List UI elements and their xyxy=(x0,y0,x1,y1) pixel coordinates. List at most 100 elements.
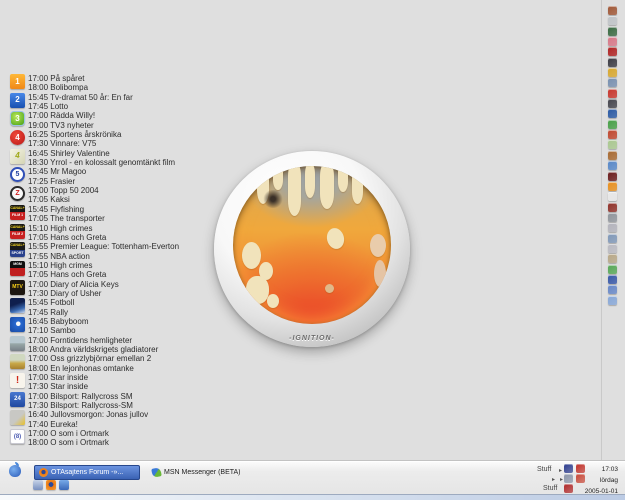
program-entry: 17:05 Hans och Greta xyxy=(28,232,107,242)
desktop-shortcut-column xyxy=(606,6,618,306)
program-lines: 15:10 High crimes 17:05 Hans och Greta xyxy=(28,261,106,280)
program-entry: 17:30 Vinnare: V75 xyxy=(28,139,97,149)
svt24-channel-icon: 24 xyxy=(10,391,25,407)
tv4-plus-channel-icon: 4 xyxy=(10,148,25,164)
tv-listing-row-tv8: (8) 17:00 O som i Ortmark 18:00 O som i Or… xyxy=(10,429,179,448)
desktop-shortcut-5-icon[interactable] xyxy=(607,47,617,57)
desktop-shortcut-1-icon[interactable] xyxy=(607,6,617,15)
desktop-shortcut-12-icon[interactable] xyxy=(607,119,617,129)
program-lines: 17:00 O som i Ortmark 18:00 O som i Ortma… xyxy=(28,429,109,448)
desktop-shortcut-29-icon[interactable] xyxy=(607,295,617,305)
desktop-shortcut-7-icon[interactable] xyxy=(607,68,617,78)
clock-time: 17:03 xyxy=(601,466,618,473)
orb-lava-sphere xyxy=(233,166,391,324)
desktop-shortcut-26-icon[interactable] xyxy=(607,264,617,274)
quick-launch-bar xyxy=(33,480,69,490)
tv-listing-row-canal-plus-film2: CANAL+ FILM 2 15:10 High crimes 17:05 Hans … xyxy=(10,223,179,243)
program-entry: 17:00 På spåret xyxy=(28,74,85,83)
program-lines: 15:45 Flyfishing 17:05 The transporter xyxy=(28,205,105,224)
channel-logo-band: SPORT xyxy=(10,249,25,258)
chevron-icon[interactable]: ▸ xyxy=(559,467,562,474)
program-entry: 17:00 Oss grizzlybjörnar emellan 2 xyxy=(28,354,152,364)
desktop-shortcut-16-icon[interactable] xyxy=(607,161,617,171)
desktop-shortcut-24-icon[interactable] xyxy=(607,243,617,253)
folder-icon[interactable] xyxy=(59,480,69,490)
program-lines: 17:00 Diary of Alicia Keys 17:30 Diary of… xyxy=(28,280,119,299)
program-entry: 17:55 NBA action xyxy=(28,251,90,261)
program-lines: 16:45 Shirley Valentine 18:30 Yrrol - en … xyxy=(28,149,175,168)
clock-day: lördag xyxy=(599,477,618,484)
program-entry: 17:05 Kaksi xyxy=(28,195,70,205)
desktop-shortcut-9-icon[interactable] xyxy=(607,88,617,98)
window-icon[interactable] xyxy=(33,480,43,490)
program-entry: 17:40 Eureka! xyxy=(28,419,78,429)
desktop-shortcut-15-icon[interactable] xyxy=(607,150,617,160)
tray-icon-1[interactable] xyxy=(563,464,573,473)
program-entry: 17:05 The transporter xyxy=(28,214,105,224)
desktop-shortcut-21-icon[interactable] xyxy=(607,212,617,222)
svt2-channel-icon: 2 xyxy=(10,92,25,108)
tray-icon-3[interactable] xyxy=(563,474,573,483)
tv-listing-row-mtv: MTV 17:00 Diary of Alicia Keys 17:30 Diary… xyxy=(10,279,179,299)
desktop-shortcut-14-icon[interactable] xyxy=(607,140,617,150)
desktop-shortcut-6-icon[interactable] xyxy=(607,57,617,67)
canal-plus-film2-channel-icon: CANAL+ FILM 2 xyxy=(10,223,25,239)
program-entry: 18:00 Bolibompa xyxy=(28,83,89,93)
desktop-shortcut-17-icon[interactable] xyxy=(607,171,617,181)
desktop-shortcut-20-icon[interactable] xyxy=(607,202,617,212)
desktop-shortcut-18-icon[interactable] xyxy=(607,181,617,191)
wallpaper-orb: -IGNITION- xyxy=(214,151,410,347)
task-button-msn[interactable]: MSN Messenger (BETA) xyxy=(148,466,245,479)
channel-logo-band: CANAL+ xyxy=(10,204,25,213)
taskbar-clock: 17:03 lördag 2005-01-01 xyxy=(578,464,618,497)
chevron-icon[interactable]: ▸ xyxy=(552,476,555,483)
tv-listing-row-svt24: 24 17:00 Bilsport: Rallycross SM 17:30 Bil… xyxy=(10,391,179,411)
star-channel-icon: ! xyxy=(10,373,25,388)
program-entry: 15:55 Premier League: Tottenham-Everton xyxy=(28,242,180,252)
desktop: { "orb": { "label": "-IGNITION-" }, "tas… xyxy=(0,0,625,500)
desktop-shortcut-28-icon[interactable] xyxy=(607,285,617,295)
start-button[interactable] xyxy=(9,462,21,477)
desktop-shortcut-8-icon[interactable] xyxy=(607,78,617,88)
program-entry: 15:45 Flyfishing xyxy=(28,204,85,214)
program-lines: 13:00 Topp 50 2004 17:05 Kaksi xyxy=(28,186,99,205)
desktop-shortcut-27-icon[interactable] xyxy=(607,274,617,284)
toolbar-stuff-2[interactable]: Stuff xyxy=(543,485,557,492)
desktop-shortcut-11-icon[interactable] xyxy=(607,109,617,119)
taskbar-bottom-strip xyxy=(0,494,625,500)
program-lines: 17:00 Bilsport: Rallycross SM 17:30 Bilsp… xyxy=(28,392,133,411)
task-buttons: OTAsajtens Forum -»... MSN Messenger (BET… xyxy=(34,465,245,480)
desktop-shortcut-19-icon[interactable] xyxy=(607,192,617,202)
desktop-shortcut-23-icon[interactable] xyxy=(607,233,617,243)
tv-listing-row-mgm: MGM 15:10 High crimes 17:05 Hans och Greta xyxy=(10,260,179,280)
canal-plus-film1-channel-icon: CANAL+ FILM 1 xyxy=(10,204,25,220)
firefox-icon[interactable] xyxy=(46,480,56,490)
program-entry: 15:45 Fotboll xyxy=(28,298,75,308)
program-entry: 17:00 Forntidens hemligheter xyxy=(28,335,133,345)
desktop-shortcut-10-icon[interactable] xyxy=(607,99,617,109)
tv-listing-row-tv3: 3 17:00 Rädda Willy! 19:00 TV3 nyheter xyxy=(10,111,179,130)
toolbar-stuff-1[interactable]: Stuff xyxy=(537,466,551,473)
desktop-shortcut-3-icon[interactable] xyxy=(607,26,617,36)
desktop-shortcut-4-icon[interactable] xyxy=(607,37,617,47)
program-entry: 18:30 Yrrol - en kolossalt genomtänkt fi… xyxy=(28,158,176,168)
tv-listing-row-tv4: 4 16:25 Sportens årskrönika 17:30 Vinnare:… xyxy=(10,130,179,149)
tv-listing-row-channel-14: 16:45 Babyboom 17:10 Sambo xyxy=(10,316,179,336)
program-lines: 17:00 Forntidens hemligheter 18:00 Andra … xyxy=(28,336,158,355)
desktop-shortcut-22-icon[interactable] xyxy=(607,223,617,233)
desktop-shortcut-2-icon[interactable] xyxy=(607,16,617,26)
tv-listing-row-canal-plus-film1: CANAL+ FILM 1 15:45 Flyfishing 17:05 The tr… xyxy=(10,204,179,224)
program-entry: 17:45 Lotto xyxy=(28,102,69,112)
program-entry: 18:00 O som i Ortmark xyxy=(28,438,109,448)
program-entry: 17:05 Hans och Greta xyxy=(28,270,107,280)
program-entry: 15:10 High crimes xyxy=(28,223,93,233)
desktop-shortcut-13-icon[interactable] xyxy=(607,130,617,140)
tv-listing-row-kanal5: 5 15:45 Mr Magoo 17:25 Frasier xyxy=(10,167,179,186)
tray-icon-5[interactable] xyxy=(563,484,573,493)
tv-listing-row-svt1: 1 17:00 På spåret 18:00 Bolibompa xyxy=(10,74,179,93)
desktop-shortcut-25-icon[interactable] xyxy=(607,254,617,264)
svt1-channel-icon: 1 xyxy=(10,74,25,89)
task-button-forum[interactable]: OTAsajtens Forum -»... xyxy=(34,465,140,480)
barnkanalen-channel-icon xyxy=(10,410,25,426)
channel-logo-band: CANAL+ xyxy=(10,223,25,231)
